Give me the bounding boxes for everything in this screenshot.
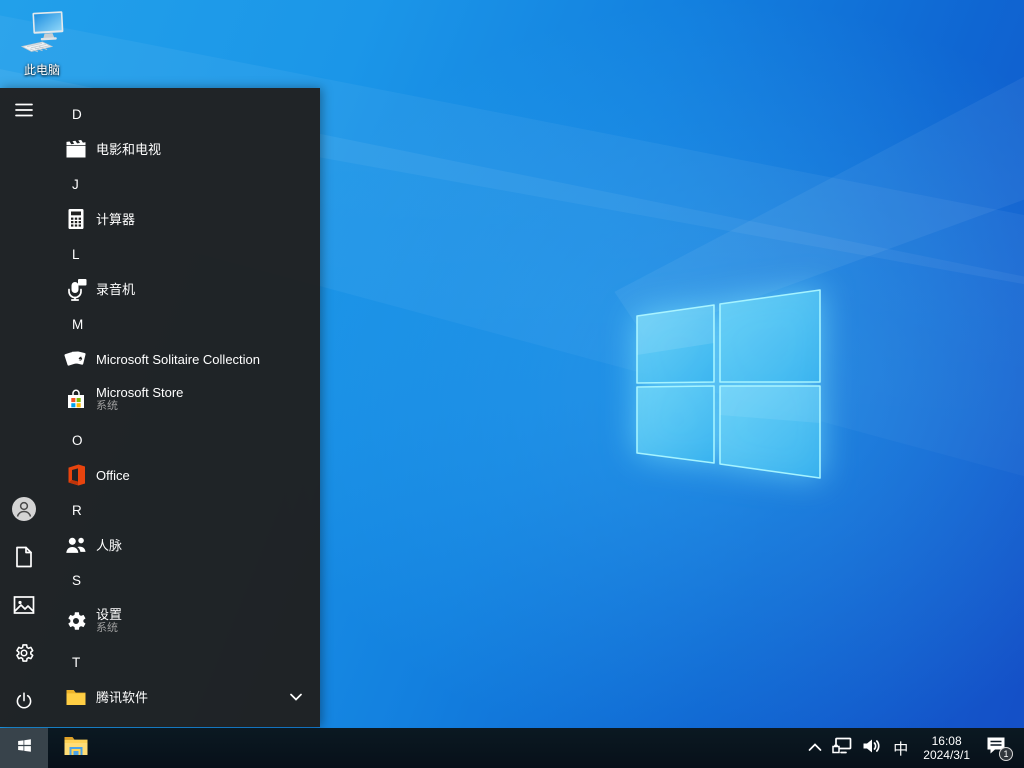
show-hidden-icons-button[interactable] xyxy=(803,728,827,768)
user-account-button[interactable] xyxy=(0,487,48,535)
app-item-label: 设置 xyxy=(96,607,123,622)
clock[interactable]: 16:08 2024/3/1 xyxy=(915,728,978,768)
start-menu-app-list: D 电影和电视 J 计算器 L 录音机 M ♠ Microsoft Solitaire Coll… xyxy=(48,88,320,727)
app-list-section-letter[interactable]: D xyxy=(48,96,320,132)
movies-tv-icon xyxy=(64,137,88,161)
ime-indicator[interactable]: 中 xyxy=(886,728,915,768)
file-explorer-icon xyxy=(63,735,89,762)
app-item-label: 录音机 xyxy=(96,281,136,297)
app-list-item[interactable]: 人脉 xyxy=(48,528,320,562)
app-list-section-letter[interactable]: S xyxy=(48,562,320,598)
clock-date: 2024/3/1 xyxy=(923,748,970,762)
app-item-texts: Microsoft Store 系统 xyxy=(96,385,183,413)
app-list-section-letter[interactable]: R xyxy=(48,492,320,528)
app-item-label: 电影和电视 xyxy=(96,141,162,157)
gear-icon xyxy=(13,642,35,669)
app-list-section-letter[interactable]: L xyxy=(48,236,320,272)
app-item-texts: 人脉 xyxy=(96,538,122,553)
pictures-icon xyxy=(13,595,35,620)
app-item-texts: 计算器 xyxy=(96,212,135,227)
app-list-item[interactable]: 电影和电视 xyxy=(48,132,320,166)
expand-menu-button[interactable] xyxy=(0,88,48,136)
app-item-subtitle: 系统 xyxy=(96,400,118,412)
gear-filled-icon xyxy=(64,609,88,633)
user-avatar-icon xyxy=(11,496,37,527)
start-button[interactable] xyxy=(0,728,48,768)
this-pc-label: 此电脑 xyxy=(23,63,60,77)
system-tray: 中 16:08 2024/3/1 1 xyxy=(803,728,1024,768)
app-item-texts: 设置 系统 xyxy=(96,607,122,635)
network-button[interactable] xyxy=(827,728,857,768)
windows-logo-wallpaper xyxy=(636,289,821,479)
app-item-label: Office xyxy=(96,467,130,483)
app-item-label: 腾讯软件 xyxy=(96,689,149,705)
app-list-section-letter[interactable]: O xyxy=(48,422,320,458)
office-icon xyxy=(64,463,88,487)
chevron-down-icon xyxy=(290,693,302,701)
app-list-item[interactable]: 腾讯软件 xyxy=(48,680,320,714)
desktop: 此电脑 D 电影和电视 J 计算器 L 录音机 M ♠ Microsoft So… xyxy=(0,0,1024,768)
network-icon xyxy=(832,737,852,760)
volume-button[interactable] xyxy=(857,728,886,768)
clock-time: 16:08 xyxy=(931,734,962,748)
pictures-button[interactable] xyxy=(0,583,48,631)
app-item-label: Microsoft Store xyxy=(96,385,184,400)
file-explorer-button[interactable] xyxy=(52,728,100,768)
store-icon xyxy=(64,387,88,411)
computer-icon xyxy=(20,11,64,53)
solitaire-icon: ♠ xyxy=(64,347,88,371)
document-icon xyxy=(14,546,34,573)
app-item-texts: 腾讯软件 xyxy=(96,690,148,705)
action-center-button[interactable]: 1 xyxy=(978,728,1018,768)
app-list-item[interactable]: 设置 系统 xyxy=(48,598,320,644)
start-menu-rail xyxy=(0,88,48,727)
app-list-section-letter[interactable]: J xyxy=(48,166,320,202)
app-list-item[interactable]: Office xyxy=(48,458,320,492)
app-list-section-letter[interactable]: T xyxy=(48,644,320,680)
app-list-item[interactable]: ♠ Microsoft Solitaire Collection xyxy=(48,342,320,376)
documents-button[interactable] xyxy=(0,535,48,583)
voice-recorder-icon xyxy=(64,277,88,301)
notification-badge: 1 xyxy=(999,747,1013,761)
app-list-section-letter[interactable]: M xyxy=(48,306,320,342)
power-icon xyxy=(13,690,35,717)
taskbar: 中 16:08 2024/3/1 1 xyxy=(0,728,1024,768)
folder-icon xyxy=(64,685,88,709)
app-list-item[interactable]: 计算器 xyxy=(48,202,320,236)
power-button[interactable] xyxy=(0,679,48,727)
app-item-label: Microsoft Solitaire Collection xyxy=(96,351,261,367)
settings-button[interactable] xyxy=(0,631,48,679)
app-item-texts: 电影和电视 xyxy=(96,142,161,157)
calculator-icon xyxy=(64,207,88,231)
hamburger-icon xyxy=(15,101,33,124)
start-menu: D 电影和电视 J 计算器 L 录音机 M ♠ Microsoft Solitaire Coll… xyxy=(0,88,320,727)
app-item-texts: 录音机 xyxy=(96,282,135,297)
windows-start-icon xyxy=(16,737,33,759)
rail-spacer xyxy=(0,136,48,487)
app-item-label: 人脉 xyxy=(96,537,123,553)
volume-icon xyxy=(862,738,881,759)
app-list-item[interactable]: Microsoft Store 系统 xyxy=(48,376,320,422)
this-pc-desktop-icon[interactable]: 此电脑 xyxy=(8,10,76,78)
app-item-subtitle: 系统 xyxy=(96,622,118,634)
chevron-up-icon xyxy=(808,739,822,757)
app-list-section-letter[interactable]: W xyxy=(48,714,320,728)
app-list-item[interactable]: 录音机 xyxy=(48,272,320,306)
people-icon xyxy=(64,533,88,557)
app-item-label: 计算器 xyxy=(96,211,136,227)
app-item-texts: Office xyxy=(96,468,130,483)
app-item-texts: Microsoft Solitaire Collection xyxy=(96,352,260,367)
